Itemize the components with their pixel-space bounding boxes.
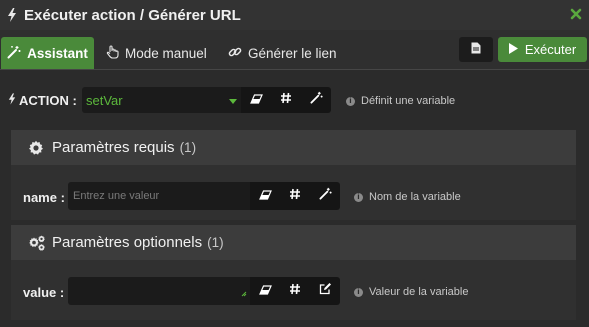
bolt-icon [8, 93, 16, 108]
hand-pointer-icon [106, 44, 119, 62]
bolt-icon [4, 7, 20, 23]
eraser-button[interactable] [241, 87, 271, 113]
window-title-bar: Exécuter action / Générer URL [0, 0, 589, 30]
magic-wand-button[interactable] [310, 182, 340, 210]
tab-assistant[interactable]: Assistant [1, 37, 94, 69]
action-label: ACTION : [19, 93, 77, 108]
eraser-button[interactable] [250, 277, 280, 305]
hash-icon [289, 187, 301, 205]
name-button-group [250, 182, 340, 210]
hash-button[interactable] [280, 277, 310, 305]
documentation-button[interactable] [459, 37, 493, 62]
field-label-name: name : [23, 190, 65, 205]
required-params-count: (1) [179, 140, 197, 155]
value-field[interactable] [68, 277, 250, 305]
execute-button[interactable]: Exécuter [498, 37, 587, 62]
info-icon: i [354, 287, 363, 297]
tab-manual-mode-label: Mode manuel [125, 45, 207, 61]
optional-params-title: Paramètres optionnels [52, 234, 203, 251]
action-button-group [241, 87, 331, 113]
action-hint-text: Définit une variable [361, 95, 456, 107]
tab-generate-link-label: Générer le lien [248, 45, 337, 61]
optional-params-header: Paramètres optionnels (1) [11, 225, 576, 260]
action-label-group: ACTION : [8, 93, 77, 108]
execute-button-label: Exécuter [524, 42, 577, 57]
window-title: Exécuter action / Générer URL [24, 6, 241, 24]
gear-icon [28, 140, 44, 156]
resize-handle-icon[interactable] [241, 284, 247, 302]
action-hint: i Définit une variable [346, 95, 455, 107]
tab-assistant-label: Assistant [27, 45, 88, 61]
action-select-value: setVar [86, 93, 123, 108]
eraser-icon [258, 187, 272, 205]
optional-params-count: (1) [207, 235, 224, 250]
edit-icon [319, 282, 332, 300]
caret-down-icon [229, 91, 237, 109]
hash-icon [280, 91, 292, 109]
tab-manual-mode[interactable]: Mode manuel [106, 37, 207, 69]
tab-generate-link[interactable]: Générer le lien [228, 37, 337, 69]
eraser-button[interactable] [250, 182, 280, 210]
value-button-group [250, 277, 340, 305]
action-select[interactable]: setVar [82, 87, 241, 113]
required-params-title: Paramètres requis [52, 139, 175, 156]
gears-icon [28, 235, 45, 251]
info-icon: i [354, 192, 363, 202]
name-field[interactable]: Entrez une valeur [68, 182, 250, 210]
optional-params-body: value : i Valeur de la variable [11, 260, 576, 320]
magic-wand-icon [318, 187, 332, 205]
close-icon[interactable] [569, 7, 583, 21]
required-params-header: Paramètres requis (1) [11, 130, 576, 165]
play-icon [508, 42, 518, 57]
magic-wand-icon [309, 91, 323, 109]
eraser-icon [249, 91, 263, 109]
name-field-hint-text: Nom de la variable [369, 191, 461, 203]
value-field-hint-text: Valeur de la variable [369, 286, 469, 298]
name-field-hint: i Nom de la variable [354, 191, 461, 203]
name-field-placeholder: Entrez une valeur [73, 190, 160, 202]
hash-button[interactable] [280, 182, 310, 210]
document-icon [471, 41, 481, 59]
required-params-body: name : Entrez une valeur i Nom de la var… [11, 165, 576, 220]
field-label-value: value : [23, 285, 65, 300]
hash-icon [289, 282, 301, 300]
value-field-hint: i Valeur de la variable [354, 286, 468, 298]
eraser-icon [258, 282, 272, 300]
edit-button[interactable] [310, 277, 340, 305]
magic-wand-icon [7, 45, 21, 62]
magic-wand-button[interactable] [301, 87, 331, 113]
link-icon [228, 45, 242, 62]
info-icon: i [346, 96, 355, 106]
hash-button[interactable] [271, 87, 301, 113]
